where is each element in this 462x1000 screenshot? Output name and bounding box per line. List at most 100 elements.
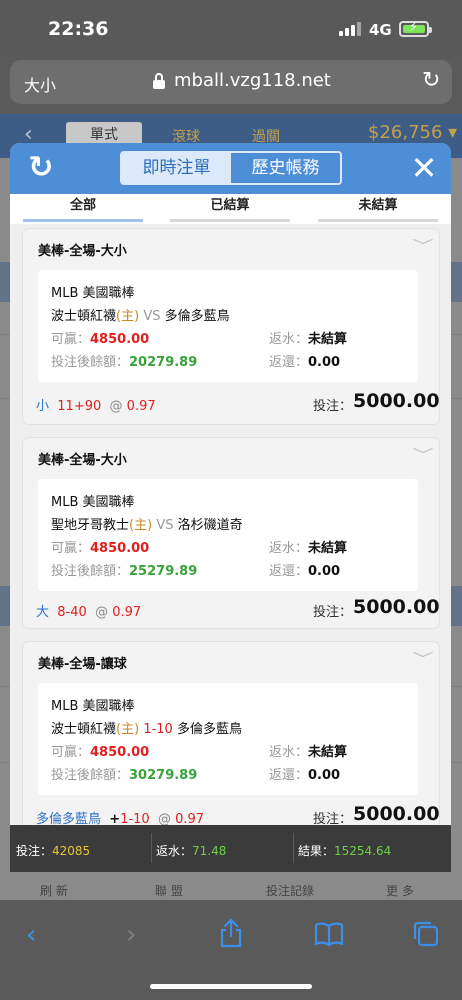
- stake-value: 5000.00: [353, 803, 440, 825]
- footer-more[interactable]: 更 多: [386, 882, 414, 899]
- bet-selection: 大 8-40 @ 0.97: [36, 601, 141, 620]
- rebate-label: 返水：: [269, 541, 309, 556]
- address-bar[interactable]: 大小 mball.vzg118.net ↻: [10, 60, 452, 104]
- away-team: 多倫多藍鳥: [176, 722, 242, 737]
- bet-market: 美棒-全場-讓球: [38, 657, 127, 672]
- bookmarks-icon[interactable]: [314, 922, 344, 953]
- refund-label: 返還：: [269, 768, 309, 783]
- vs-label: VS: [156, 518, 174, 533]
- handicap-line: 1-10: [143, 722, 173, 737]
- signal-icon: [339, 22, 361, 36]
- tab-live-bets[interactable]: 即時注單: [122, 153, 231, 183]
- filter-unsettled[interactable]: 未結算: [318, 194, 438, 224]
- text-size-button[interactable]: 大小: [24, 72, 56, 96]
- reload-icon[interactable]: ↻: [422, 68, 440, 93]
- bet-details: MLB 美國職棒 波士頓紅襪(主) 1-10 多倫多藍鳥 可贏：4850.00 …: [38, 683, 418, 795]
- close-icon[interactable]: ✕: [407, 148, 441, 188]
- footer-bet-records[interactable]: 投注記錄: [266, 882, 314, 899]
- balance-after: 投注後餘額：20279.89: [51, 351, 197, 370]
- bet-card[interactable]: 美棒-全場-大小 ﹀ MLB 美國職棒 波士頓紅襪(主) VS 多倫多藍鳥 可贏…: [23, 229, 440, 424]
- modal-header: ↻ 即時注單 歷史帳務 ✕: [10, 143, 451, 194]
- rebate-label: 返水：: [269, 332, 309, 347]
- balance: $26,756 ▾: [368, 122, 458, 143]
- win-amount: 可贏：4850.00: [51, 537, 149, 556]
- url-text[interactable]: mball.vzg118.net: [174, 70, 331, 91]
- win-amount: 可贏：4850.00: [51, 741, 149, 760]
- filter-label: 未結算: [358, 198, 398, 213]
- balance-after: 投注後餘額：30279.89: [51, 764, 197, 783]
- odds: 0.97: [175, 812, 205, 825]
- chevron-down-icon[interactable]: ﹀: [413, 445, 434, 465]
- tab-history[interactable]: 歷史帳務: [231, 153, 340, 183]
- pick: 小: [36, 399, 50, 414]
- at-sign: @: [95, 605, 109, 620]
- stake-label: 投注：: [313, 605, 353, 620]
- home-team: 波士頓紅襪: [51, 722, 117, 737]
- bet-list: 美棒-全場-大小 ﹀ MLB 美國職棒 波士頓紅襪(主) VS 多倫多藍鳥 可贏…: [10, 224, 451, 825]
- stake-value: 5000.00: [353, 390, 440, 412]
- win-label: 可贏：: [51, 745, 91, 760]
- filter-settled[interactable]: 已結算: [170, 194, 290, 224]
- host-mark: (主): [116, 309, 140, 324]
- back-icon[interactable]: ‹: [26, 920, 36, 950]
- after-label: 投注後餘額：: [51, 564, 130, 579]
- summary-result: 結果：15254.64: [298, 842, 391, 859]
- summary-bar: 投注：42085 返水：71.48 結果：15254.64: [10, 825, 451, 872]
- home-indicator[interactable]: [150, 984, 312, 989]
- bet-selection: 小 11+90 @ 0.97: [36, 395, 156, 414]
- odds: 0.97: [126, 399, 156, 414]
- network-type: 4G: [369, 21, 392, 39]
- bet-card[interactable]: 美棒-全場-大小 ﹀ MLB 美國職棒 聖地牙哥教士(主) VS 洛杉磯道奇 可…: [23, 438, 440, 628]
- summary-rebate: 返水：71.48: [156, 842, 226, 859]
- balance-after: 投注後餘額：25279.89: [51, 560, 197, 579]
- chevron-down-icon[interactable]: ﹀: [413, 236, 434, 256]
- bet-details: MLB 美國職棒 聖地牙哥教士(主) VS 洛杉磯道奇 可贏：4850.00 返…: [38, 479, 418, 591]
- battery-icon: ⚡: [399, 20, 432, 37]
- summary-result-label: 結果：: [298, 844, 335, 858]
- win-value: 4850.00: [90, 332, 150, 347]
- refund-value: 0.00: [308, 564, 341, 579]
- pick: 多倫多藍鳥: [36, 812, 102, 825]
- league-name: MLB 美國職棒: [51, 699, 135, 714]
- match-teams: 波士頓紅襪(主) VS 多倫多藍鳥: [51, 305, 230, 324]
- rebate-value: 未結算: [308, 541, 348, 556]
- tabs-icon[interactable]: [412, 920, 440, 955]
- after-label: 投注後餘額：: [51, 768, 130, 783]
- plus-sign: +: [109, 812, 121, 825]
- share-icon[interactable]: [218, 918, 244, 955]
- after-value: 25279.89: [129, 564, 198, 579]
- win-label: 可贏：: [51, 541, 91, 556]
- refund: 返還：0.00: [269, 560, 340, 579]
- home-team: 聖地牙哥教士: [51, 518, 130, 533]
- match-teams: 聖地牙哥教士(主) VS 洛杉磯道奇: [51, 514, 243, 533]
- lock-icon: [153, 73, 165, 89]
- forward-icon: ›: [126, 920, 137, 950]
- status-bar: 22:36 4G ⚡: [0, 0, 462, 58]
- refresh-icon[interactable]: ↻: [24, 151, 58, 185]
- win-value: 4850.00: [90, 541, 150, 556]
- win-amount: 可贏：4850.00: [51, 328, 149, 347]
- at-sign: @: [109, 399, 123, 414]
- divider: [151, 833, 152, 863]
- summary-stake: 投注：42085: [16, 842, 90, 859]
- footer-refresh[interactable]: 刷 新: [40, 882, 68, 899]
- filter-label: 已結算: [210, 198, 250, 213]
- chevron-down-icon[interactable]: ﹀: [413, 649, 434, 669]
- refund-label: 返還：: [269, 355, 309, 370]
- stake-label: 投注：: [313, 812, 353, 825]
- vs-label: VS: [143, 309, 161, 324]
- footer-league[interactable]: 聯 盟: [155, 882, 183, 899]
- record-type-switch: 即時注單 歷史帳務: [120, 151, 342, 185]
- odds: 0.97: [112, 605, 142, 620]
- after-value: 20279.89: [129, 355, 198, 370]
- filter-label: 全部: [69, 198, 96, 213]
- balance-value: $26,756: [368, 122, 443, 143]
- line: 1-10: [120, 812, 150, 825]
- refund: 返還：0.00: [269, 764, 340, 783]
- win-value: 4850.00: [90, 745, 150, 760]
- bet-card[interactable]: 美棒-全場-讓球 ﹀ MLB 美國職棒 波士頓紅襪(主) 1-10 多倫多藍鳥 …: [23, 642, 440, 825]
- filter-all[interactable]: 全部: [23, 194, 143, 224]
- away-team: 多倫多藍鳥: [164, 309, 230, 324]
- divider: [293, 833, 294, 863]
- stake-label: 投注：: [313, 399, 353, 414]
